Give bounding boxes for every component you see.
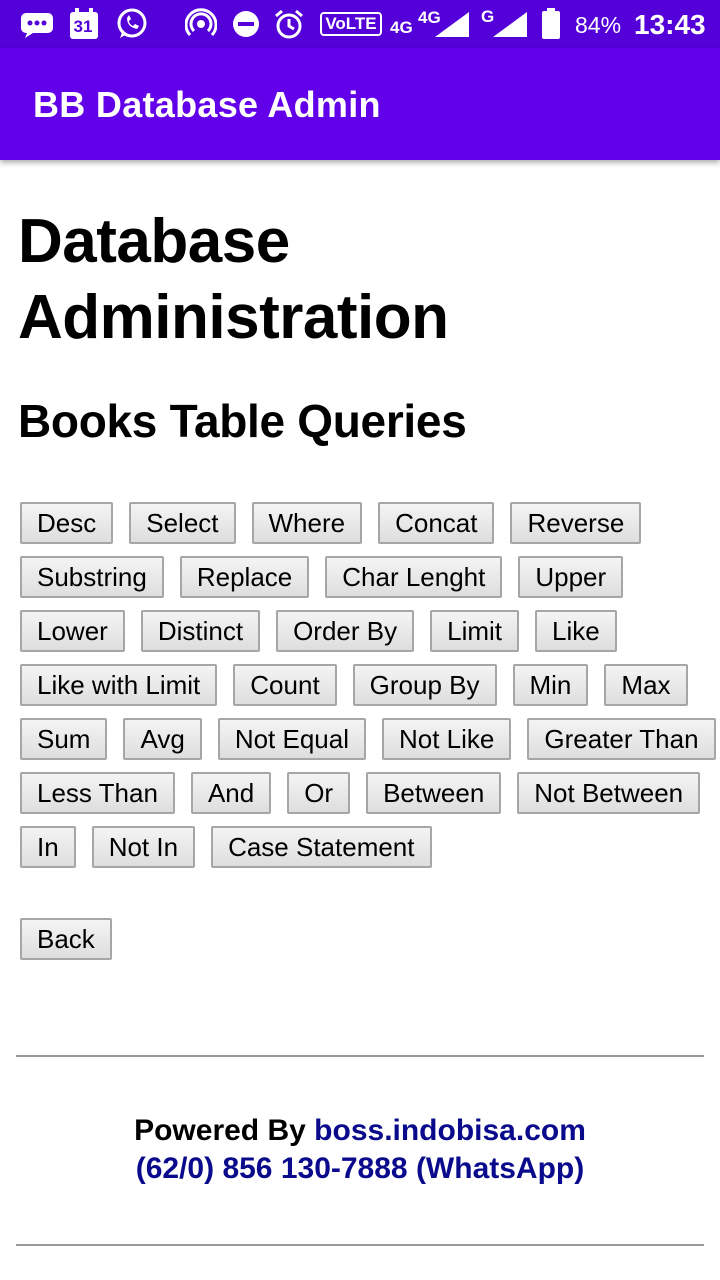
query-button-select[interactable]: Select [129,502,236,544]
whatsapp-icon [114,8,150,40]
query-button-lower[interactable]: Lower [20,610,125,652]
divider-bottom [16,1244,704,1246]
calendar-icon: 31 [68,8,100,40]
powered-by-label: Powered By [134,1114,306,1147]
query-button-between[interactable]: Between [366,772,502,814]
signal-icon-1 [432,8,472,40]
query-button-group-by[interactable]: Group By [352,664,497,706]
query-button-where[interactable]: Where [251,502,363,544]
alarm-icon [272,8,306,40]
clock: 13:43 [634,9,706,40]
volte-label: VoLTE [320,12,382,36]
query-button-row: Lower Distinct Order By Limit Like [20,610,710,652]
do-not-disturb-icon [230,8,262,40]
query-button-and[interactable]: And [190,772,272,814]
network-4g-small: 4G [390,18,413,37]
query-button-row: In Not In Case Statement [20,826,710,868]
query-button-max[interactable]: Max [604,664,688,706]
query-button-or[interactable]: Or [287,772,351,814]
volte-icon: VoLTE [320,8,382,40]
query-button-case-statement[interactable]: Case Statement [211,826,432,868]
query-button-in[interactable]: In [20,826,76,868]
whatsapp-link[interactable]: (62/0) 856 130-7888 (WhatsApp) [136,1152,585,1185]
divider-top [16,1055,704,1057]
battery-icon [540,8,562,40]
query-button-substring[interactable]: Substring [20,556,164,598]
query-button-row: Like with Limit Count Group By Min Max [20,664,710,706]
status-bar: 31 VoLTE 4G 4G G 84% 13:43 [0,0,720,48]
app-bar: BB Database Admin [0,48,720,160]
query-button-char-lenght[interactable]: Char Lenght [325,556,503,598]
query-button-count[interactable]: Count [233,664,337,706]
query-button-less-than[interactable]: Less Than [20,772,175,814]
query-button-distinct[interactable]: Distinct [140,610,261,652]
query-button-limit[interactable]: Limit [430,610,520,652]
footer: Powered By boss.indobisa.com (62/0) 856 … [0,1112,720,1188]
query-button-row: Substring Replace Char Lenght Upper [20,556,710,598]
query-button-like-with-limit[interactable]: Like with Limit [20,664,218,706]
query-button-replace[interactable]: Replace [179,556,310,598]
messages-icon [18,8,56,40]
query-button-concat[interactable]: Concat [378,502,495,544]
hotspot-icon [184,8,218,40]
query-button-upper[interactable]: Upper [518,556,624,598]
query-button-order-by[interactable]: Order By [276,610,415,652]
query-button-row: Sum Avg Not Equal Not Like Greater Than [20,718,716,760]
query-button-desc[interactable]: Desc [20,502,114,544]
signal-icon-2 [490,8,530,40]
query-button-sum[interactable]: Sum [20,718,108,760]
query-button-avg[interactable]: Avg [123,718,202,760]
query-button-row: Desc Select Where Concat Reverse [20,502,710,544]
query-button-grid: Desc Select Where Concat Reverse Substring Rep… [20,502,716,880]
page-title: Database Administration [18,207,449,352]
query-button-like[interactable]: Like [535,610,617,652]
section-title: Books Table Queries [18,395,467,447]
site-link[interactable]: boss.indobisa.com [314,1114,586,1147]
query-button-not-in[interactable]: Not In [91,826,196,868]
app-title: BB Database Admin [33,84,381,125]
battery-percent: 84% [575,12,622,38]
query-button-min[interactable]: Min [512,664,589,706]
query-button-row: Less Than And Or Between Not Between [20,772,710,814]
query-button-reverse[interactable]: Reverse [510,502,642,544]
query-button-not-like[interactable]: Not Like [382,718,512,760]
query-button-not-equal[interactable]: Not Equal [217,718,366,760]
calendar-day: 31 [73,17,93,36]
query-button-not-between[interactable]: Not Between [517,772,701,814]
query-button-greater-than[interactable]: Greater Than [527,718,716,760]
back-button[interactable]: Back [20,918,112,960]
